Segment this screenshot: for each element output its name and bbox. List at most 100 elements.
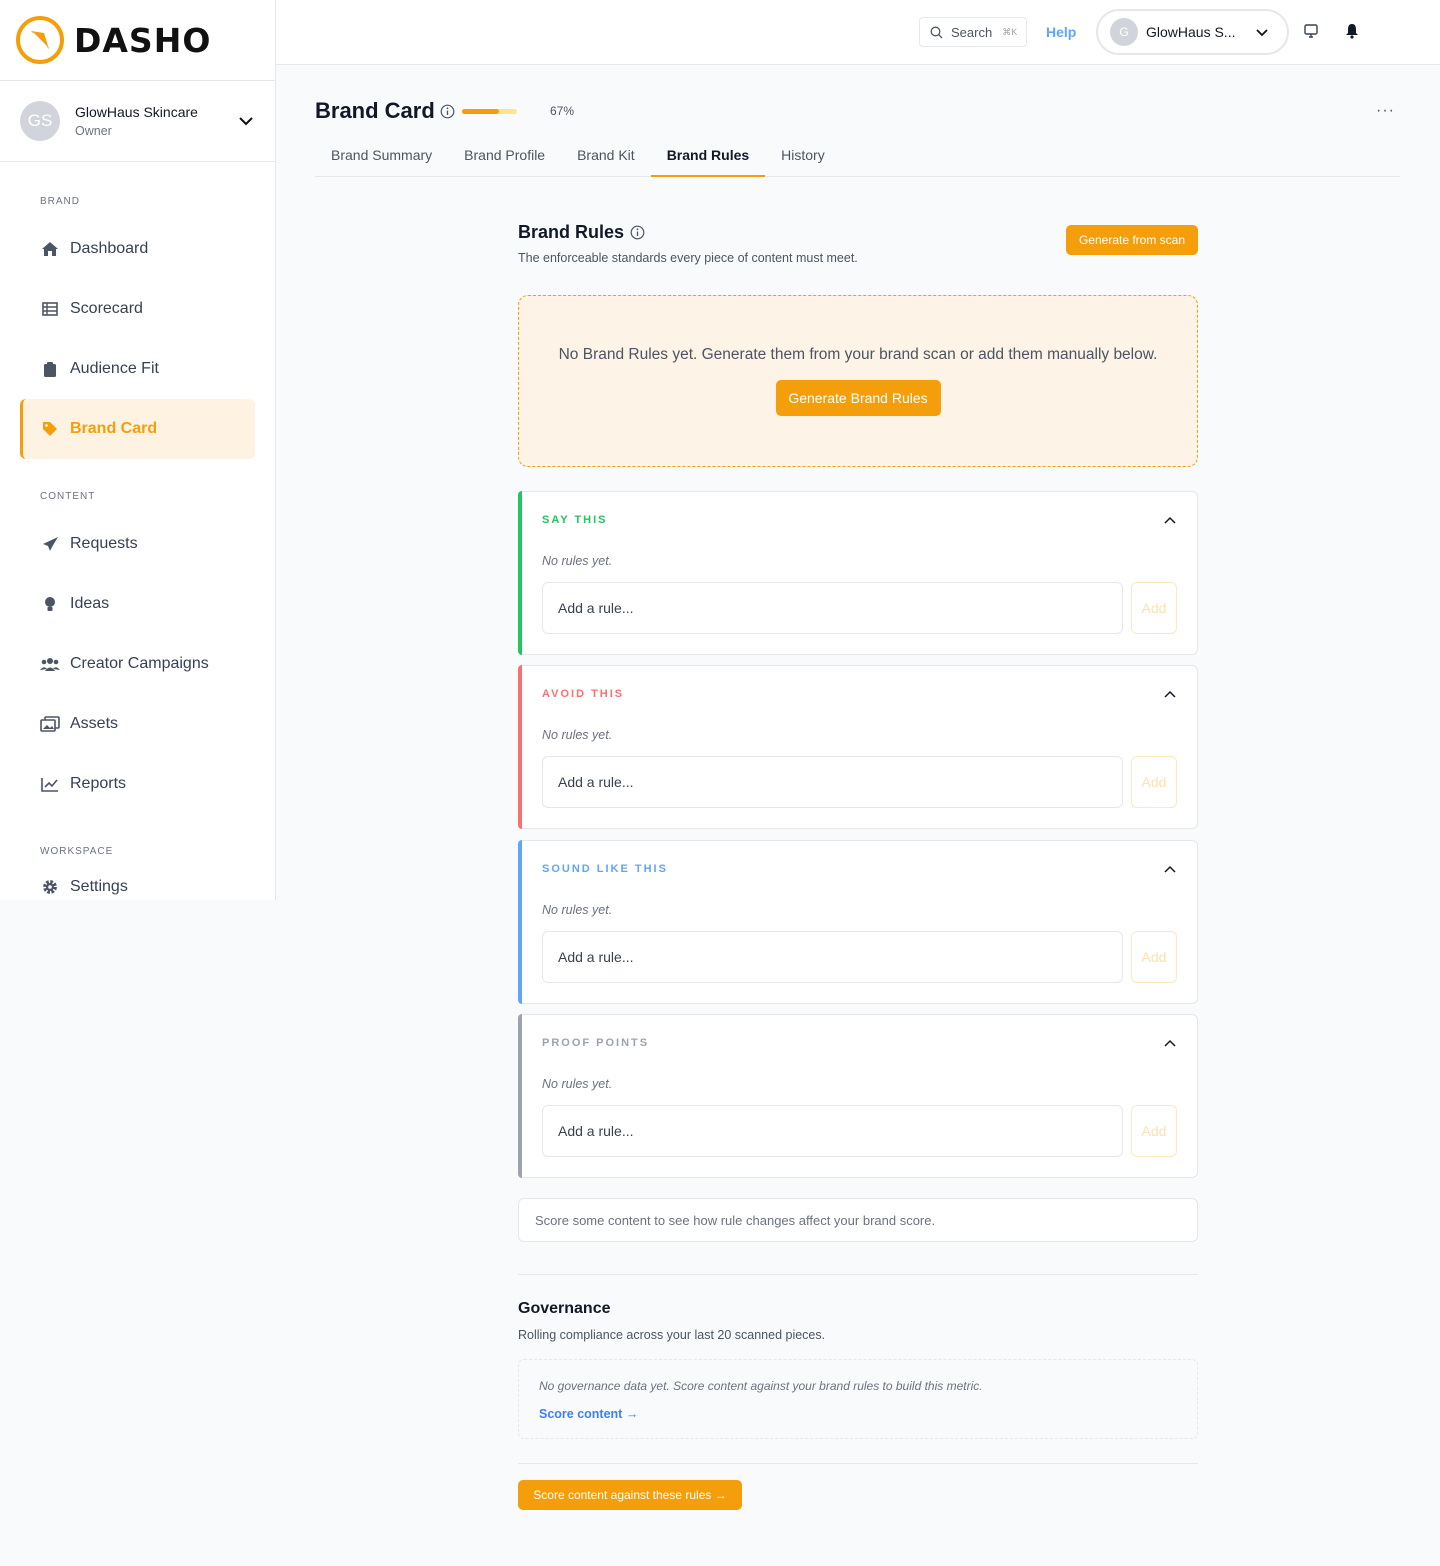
section-label-content: CONTENT xyxy=(40,491,96,502)
collapse-icon[interactable] xyxy=(1163,688,1177,702)
logo-icon[interactable] xyxy=(16,16,64,64)
rule-group-title: AVOID THIS xyxy=(542,688,625,700)
section-label-workspace: WORKSPACE xyxy=(40,846,114,857)
sidebar-item-dashboard[interactable]: Dashboard xyxy=(20,219,255,279)
images-icon xyxy=(40,715,60,733)
more-options-button[interactable]: ··· xyxy=(1376,102,1395,120)
tag-icon xyxy=(40,420,60,438)
progress-fill xyxy=(462,109,499,114)
chevron-down-icon xyxy=(1256,29,1268,37)
home-icon xyxy=(40,240,60,258)
collapse-icon[interactable] xyxy=(1163,1037,1177,1051)
section-title-text: Brand Rules xyxy=(518,222,625,242)
account-role: Owner xyxy=(75,124,112,138)
rule-group-title: PROOF POINTS xyxy=(542,1037,650,1049)
sidebar-item-brand-card[interactable]: Brand Card xyxy=(20,399,255,459)
search-label: Search xyxy=(951,24,993,40)
empty-state-text: No Brand Rules yet. Generate them from y… xyxy=(558,346,1158,363)
account-name: GlowHaus Skincare xyxy=(75,104,198,120)
collapse-icon[interactable] xyxy=(1163,514,1177,528)
add-rule-input[interactable] xyxy=(542,1105,1123,1157)
no-rules-text: No rules yet. xyxy=(542,728,613,742)
no-rules-text: No rules yet. xyxy=(542,554,613,568)
tab-brand-summary[interactable]: Brand Summary xyxy=(315,135,448,177)
score-content-link[interactable]: Score content → xyxy=(539,1407,1177,1421)
help-link[interactable]: Help xyxy=(1046,24,1076,40)
user-name: GlowHaus S... xyxy=(1146,24,1236,40)
search-button[interactable]: Search ⌘K xyxy=(919,17,1027,47)
brand-rules-panel: Brand Rules The enforceable standards ev… xyxy=(518,222,1198,1510)
sidebar: DASHO GS GlowHaus Skincare Owner BRAND D… xyxy=(0,0,276,900)
brand-card-progress xyxy=(462,109,517,114)
governance-empty-state: No governance data yet. Score content ag… xyxy=(518,1359,1198,1439)
tab-brand-profile[interactable]: Brand Profile xyxy=(448,135,561,177)
topbar: Search ⌘K Help G GlowHaus S... xyxy=(276,0,1440,65)
chevron-down-icon[interactable] xyxy=(237,112,255,130)
sidebar-item-assets[interactable]: Assets xyxy=(20,694,255,754)
sidebar-item-reports[interactable]: Reports xyxy=(20,754,255,814)
rule-group-title: SOUND LIKE THIS xyxy=(542,863,668,875)
score-impact-note: Score some content to see how rule chang… xyxy=(518,1198,1198,1242)
sidebar-item-label: Dashboard xyxy=(70,240,149,257)
add-rule-button[interactable]: Add xyxy=(1131,931,1177,983)
search-icon xyxy=(930,26,943,38)
sidebar-item-label: Reports xyxy=(70,775,127,792)
rule-group-title: SAY THIS xyxy=(542,514,608,526)
gear-icon xyxy=(40,878,60,896)
tab-bar: Brand Summary Brand Profile Brand Kit Br… xyxy=(315,135,1400,177)
generate-brand-rules-button[interactable]: Generate Brand Rules xyxy=(775,380,941,416)
sidebar-item-label: Audience Fit xyxy=(70,360,159,377)
table-icon xyxy=(40,300,60,318)
paper-plane-icon xyxy=(40,535,60,553)
add-rule-button[interactable]: Add xyxy=(1131,582,1177,634)
page-title: Brand Card xyxy=(315,98,455,124)
avatar: GS xyxy=(20,101,60,141)
tab-history[interactable]: History xyxy=(765,135,841,177)
line-chart-icon xyxy=(40,775,60,793)
search-shortcut: ⌘K xyxy=(1002,26,1018,37)
lightbulb-icon xyxy=(40,595,60,613)
add-rule-input[interactable] xyxy=(542,756,1123,808)
sidebar-item-label: Requests xyxy=(70,535,138,552)
add-rule-button[interactable]: Add xyxy=(1131,756,1177,808)
sidebar-item-scorecard[interactable]: Scorecard xyxy=(20,279,255,339)
sidebar-item-label: Assets xyxy=(70,715,119,732)
sidebar-item-requests[interactable]: Requests xyxy=(20,514,255,574)
sidebar-item-creator-campaigns[interactable]: Creator Campaigns xyxy=(20,634,255,694)
accent-bar xyxy=(518,491,522,655)
sidebar-item-label: Brand Card xyxy=(70,420,158,437)
accent-bar xyxy=(518,665,522,829)
score-content-button[interactable]: Score content against these rules → xyxy=(518,1480,742,1510)
tab-brand-rules[interactable]: Brand Rules xyxy=(650,135,766,177)
rule-group-proof-points: PROOF POINTS No rules yet. Add xyxy=(518,1014,1198,1178)
tab-brand-kit[interactable]: Brand Kit xyxy=(561,135,651,177)
monitor-icon[interactable] xyxy=(1304,24,1318,38)
sidebar-item-label: Settings xyxy=(70,878,128,895)
info-icon[interactable] xyxy=(630,225,645,240)
collapse-icon[interactable] xyxy=(1163,863,1177,877)
sidebar-item-audience-fit[interactable]: Audience Fit xyxy=(20,339,255,399)
progress-text: 67% xyxy=(550,104,575,118)
empty-state: No Brand Rules yet. Generate them from y… xyxy=(518,295,1198,467)
user-menu[interactable]: G GlowHaus S... xyxy=(1096,9,1289,55)
logo-area: DASHO xyxy=(0,0,275,81)
sidebar-item-ideas[interactable]: Ideas xyxy=(20,574,255,634)
account-switcher[interactable]: GS GlowHaus Skincare Owner xyxy=(0,81,275,162)
users-icon xyxy=(40,655,60,673)
no-rules-text: No rules yet. xyxy=(542,1077,613,1091)
sidebar-item-label: Scorecard xyxy=(70,300,143,317)
rule-group-sound-like-this: SOUND LIKE THIS No rules yet. Add xyxy=(518,840,1198,1004)
add-rule-input[interactable] xyxy=(542,931,1123,983)
add-rule-button[interactable]: Add xyxy=(1131,1105,1177,1157)
add-rule-input[interactable] xyxy=(542,582,1123,634)
section-label-brand: BRAND xyxy=(40,196,81,207)
no-rules-text: No rules yet. xyxy=(542,903,613,917)
info-icon[interactable] xyxy=(440,104,455,119)
governance-title: Governance xyxy=(518,1300,611,1317)
bell-icon[interactable] xyxy=(1345,23,1359,39)
sidebar-item-settings[interactable]: Settings xyxy=(20,857,255,917)
accent-bar xyxy=(518,840,522,1004)
divider xyxy=(518,1463,1198,1464)
accent-bar xyxy=(518,1014,522,1178)
generate-from-scan-button[interactable]: Generate from scan xyxy=(1066,225,1198,255)
